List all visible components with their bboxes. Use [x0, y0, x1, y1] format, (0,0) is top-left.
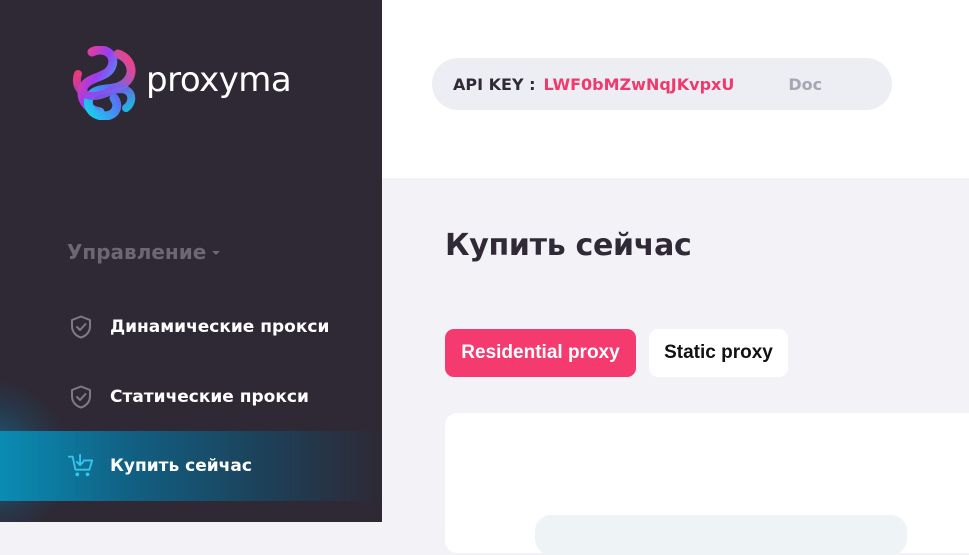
section-title-label: Управление	[67, 240, 207, 264]
sidebar: proxyma Управление Динамические прокси С…	[0, 0, 382, 522]
api-key-value[interactable]: LWF0bMZwNqJKvpxU	[544, 75, 735, 94]
brand-name: proxyma	[146, 60, 292, 100]
tab-static-proxy[interactable]: Static proxy	[649, 329, 788, 377]
shield-check-icon	[68, 384, 94, 410]
cart-download-icon	[68, 453, 94, 479]
sidebar-item-static-proxy[interactable]: Статические прокси	[0, 362, 382, 432]
sidebar-item-buy-now[interactable]: Купить сейчас	[0, 431, 382, 501]
api-key-label: API KEY :	[453, 74, 536, 94]
api-key-pill: API KEY : LWF0bMZwNqJKvpxU Doc	[432, 58, 892, 110]
sidebar-item-label: Статические прокси	[110, 387, 309, 407]
sidebar-item-label: Динамические прокси	[110, 317, 330, 337]
content-field	[535, 515, 907, 555]
sidebar-item-dynamic-proxy[interactable]: Динамические прокси	[0, 292, 382, 362]
topbar: API KEY : LWF0bMZwNqJKvpxU Doc	[382, 0, 969, 178]
caret-down-icon	[212, 251, 221, 255]
sidebar-item-label: Купить сейчас	[110, 456, 252, 476]
shield-check-icon	[68, 314, 94, 340]
tab-residential-proxy[interactable]: Residential proxy	[445, 329, 636, 377]
doc-link[interactable]: Doc	[788, 75, 822, 94]
content-card	[445, 413, 969, 555]
section-title-management[interactable]: Управление	[67, 240, 221, 264]
logo[interactable]: proxyma	[70, 46, 292, 120]
page-title: Купить сейчас	[445, 228, 692, 263]
proxyma-logo-icon	[73, 46, 136, 120]
